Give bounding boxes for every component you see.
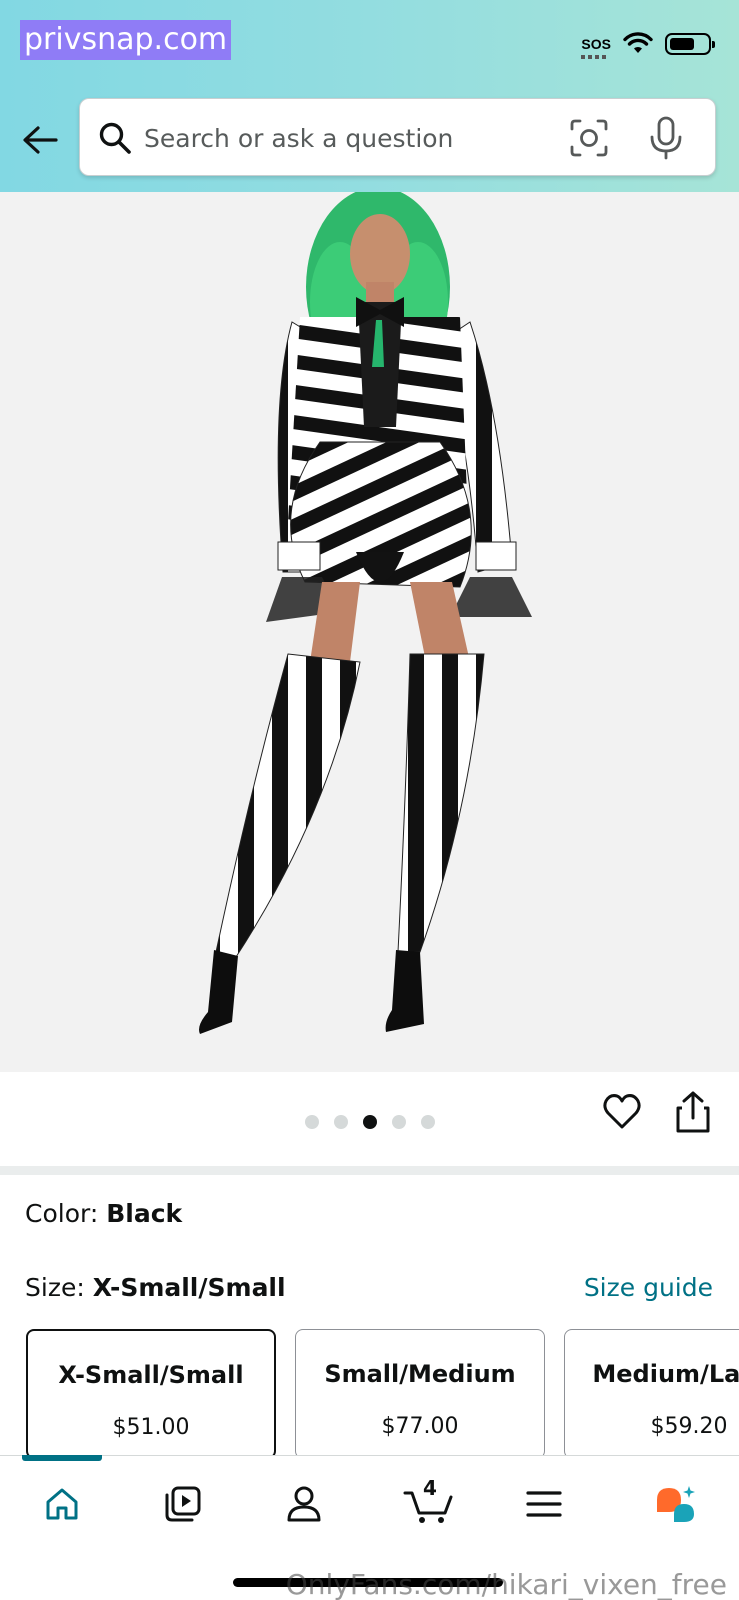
size-option-name: X-Small/Small	[58, 1361, 244, 1389]
video-icon	[165, 1486, 201, 1522]
heart-icon[interactable]	[602, 1092, 642, 1132]
search-icon	[99, 122, 131, 154]
product-image[interactable]	[0, 192, 739, 1072]
carousel-dot-active[interactable]	[363, 1115, 377, 1129]
menu-icon	[526, 1491, 562, 1517]
size-option-price: $51.00	[112, 1415, 190, 1440]
size-option-price: $77.00	[381, 1414, 459, 1439]
size-selection: Size: X-Small/Small	[25, 1272, 286, 1304]
active-tab-indicator	[22, 1455, 102, 1461]
size-value: X-Small/Small	[92, 1273, 286, 1302]
nav-rufus-assistant[interactable]	[646, 1474, 706, 1534]
size-label: Size:	[25, 1273, 93, 1302]
size-option-x-small-small[interactable]: X-Small/Small $51.00	[26, 1329, 276, 1459]
product-photo	[199, 192, 532, 1034]
section-divider	[0, 1166, 739, 1175]
nav-menu[interactable]	[514, 1474, 574, 1534]
size-guide-link[interactable]: Size guide	[584, 1272, 713, 1304]
size-option-name: Small/Medium	[324, 1360, 516, 1388]
size-option-small-medium[interactable]: Small/Medium $77.00	[295, 1329, 545, 1459]
size-option-medium-large[interactable]: Medium/Large $59.20	[564, 1329, 739, 1459]
rufus-assistant-icon	[657, 1486, 695, 1522]
nav-cart[interactable]: 4	[398, 1474, 458, 1534]
size-option-name: Medium/Large	[592, 1360, 739, 1388]
app-header: privsnap.com SOS	[0, 0, 739, 192]
arrow-left-icon	[23, 126, 58, 154]
nav-home[interactable]	[32, 1474, 92, 1534]
cart-count-badge: 4	[423, 1476, 437, 1500]
camera-scan-icon[interactable]	[568, 117, 610, 159]
nav-video[interactable]	[153, 1474, 213, 1534]
carousel-dot[interactable]	[421, 1115, 435, 1129]
size-option-price: $59.20	[650, 1414, 728, 1439]
status-bar: SOS	[581, 30, 715, 59]
search-bar[interactable]	[79, 98, 716, 176]
search-input[interactable]	[144, 117, 544, 159]
carousel-dot[interactable]	[392, 1115, 406, 1129]
home-icon	[46, 1488, 78, 1520]
image-carousel-controls	[0, 1072, 739, 1166]
color-selection: Color: Black	[25, 1198, 182, 1230]
share-icon[interactable]	[674, 1090, 712, 1134]
color-value: Black	[106, 1199, 183, 1228]
account-icon	[287, 1486, 321, 1522]
back-button[interactable]	[18, 118, 62, 162]
carousel-dot[interactable]	[305, 1115, 319, 1129]
nav-account[interactable]	[274, 1474, 334, 1534]
size-options: X-Small/Small $51.00 Small/Medium $77.00…	[26, 1329, 739, 1459]
color-label: Color:	[25, 1199, 107, 1228]
microphone-icon[interactable]	[646, 115, 686, 161]
carousel-dots[interactable]	[305, 1115, 435, 1129]
wifi-icon	[623, 32, 653, 53]
watermark-bottom: OnlyFans.com/hikari_vixen_free	[285, 1568, 727, 1600]
watermark-top: privsnap.com	[20, 20, 232, 60]
battery-icon	[665, 33, 715, 55]
sos-indicator: SOS	[581, 36, 611, 59]
carousel-dot[interactable]	[334, 1115, 348, 1129]
